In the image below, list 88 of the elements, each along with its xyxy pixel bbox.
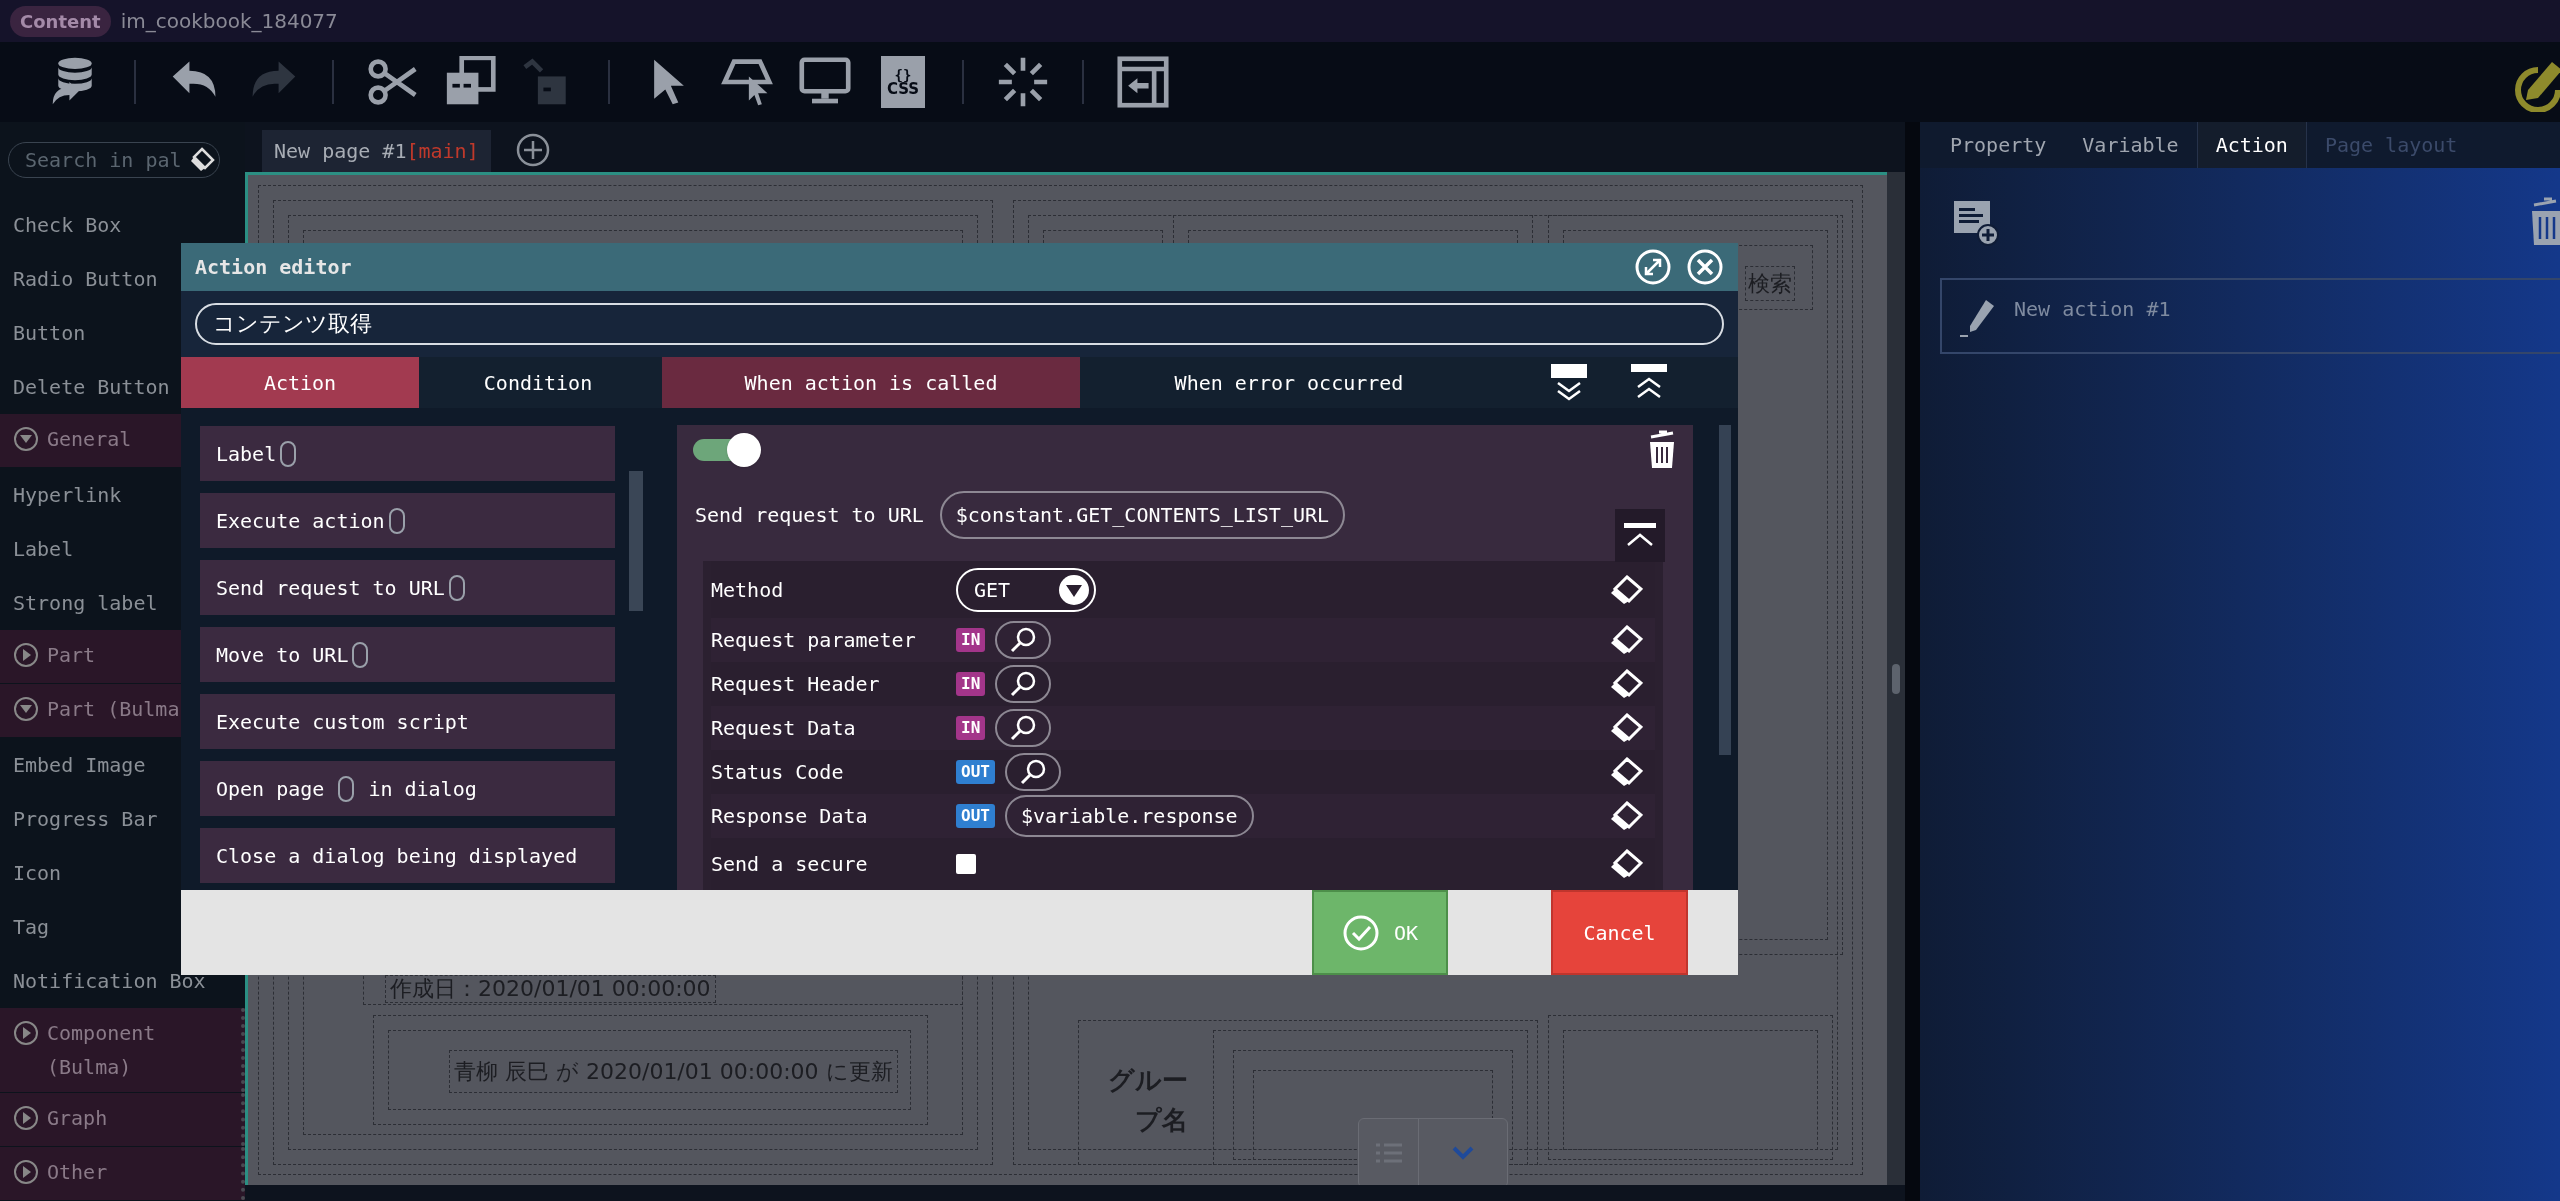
eraser-icon[interactable]	[1609, 757, 1643, 787]
action-palette-item[interactable]: Move to URL	[200, 627, 615, 682]
method-select[interactable]: GET	[956, 567, 1096, 612]
action-palette-item[interactable]: Close a dialog being displayed	[200, 828, 615, 883]
maximize-icon[interactable]	[1634, 248, 1672, 286]
direction-badge: IN	[956, 672, 986, 696]
action-palette-item[interactable]: Send request to URL	[200, 560, 615, 615]
scissors-icon[interactable]	[367, 56, 419, 108]
check-circle-icon	[1341, 913, 1380, 952]
variable-picker-button[interactable]	[1004, 753, 1061, 791]
dropdown-icon	[1058, 573, 1090, 606]
expanded-icon[interactable]	[13, 426, 39, 452]
collapsed-icon[interactable]	[13, 1105, 39, 1131]
css-button[interactable]: {} CSS	[881, 56, 925, 108]
collapse-button[interactable]	[1615, 509, 1665, 563]
direction-badge: IN	[956, 716, 986, 740]
action-list-item[interactable]: New action #1	[1940, 278, 2560, 354]
direction-badge: OUT	[956, 760, 995, 784]
variable-picker-button[interactable]	[995, 621, 1052, 659]
direction-badge: IN	[956, 628, 986, 652]
checkbox[interactable]	[956, 854, 976, 874]
palette-item[interactable]: Notification Box	[0, 954, 245, 1008]
search-icon	[1010, 715, 1037, 741]
expand-all-icon[interactable]	[1550, 362, 1588, 403]
eraser-icon[interactable]	[1609, 713, 1643, 743]
mode-tab[interactable]: Action	[181, 357, 419, 408]
url-field[interactable]: $constant.GET_CONTENTS_LIST_URL	[939, 491, 1346, 540]
parameter-label: Response Data	[711, 804, 869, 828]
eraser-icon[interactable]	[1609, 574, 1643, 605]
select-icon[interactable]	[721, 56, 773, 108]
search-icon	[1019, 759, 1046, 785]
parameter-label: Request Header	[711, 672, 881, 696]
eraser-icon[interactable]	[1609, 849, 1643, 879]
eraser-icon[interactable]	[1609, 801, 1643, 831]
eraser-icon[interactable]	[1609, 669, 1643, 699]
dialog-title: Action editor	[195, 254, 352, 281]
eraser-icon[interactable]	[188, 146, 216, 174]
close-icon[interactable]	[1686, 248, 1724, 286]
page-tab[interactable]: New page #1[main]	[262, 130, 491, 172]
add-action-icon[interactable]	[1952, 199, 2000, 247]
content-badge: Content	[10, 5, 111, 37]
eraser-icon[interactable]	[1609, 625, 1643, 655]
collapsed-icon[interactable]	[13, 1159, 39, 1185]
collapse-icon	[1624, 522, 1656, 549]
direction-badge: OUT	[956, 804, 995, 828]
palette-category[interactable]: Component (Bulma)	[0, 1008, 245, 1092]
variable-picker-button[interactable]	[995, 709, 1052, 747]
collapsed-icon[interactable]	[13, 642, 39, 668]
palette-item[interactable]: Check Box	[0, 198, 245, 252]
action-palette-item[interactable]: Execute action	[200, 493, 615, 548]
action-palette-item[interactable]: Execute custom script	[200, 694, 615, 749]
scrollbar-thumb[interactable]	[1719, 425, 1731, 755]
css-label: CSS	[886, 81, 920, 97]
parameter-label: Request parameter	[711, 628, 917, 652]
search-icon	[1010, 627, 1037, 653]
parameter-label: Send a secure	[711, 852, 869, 876]
panel-icon[interactable]	[1117, 56, 1169, 108]
step-type-label: Send request to URL	[695, 502, 924, 530]
parameter-label: Status Code	[711, 760, 845, 784]
action-palette-item[interactable]: Open page in dialog	[200, 761, 615, 816]
toggle-switch[interactable]	[693, 432, 763, 467]
add-page-icon[interactable]	[514, 132, 551, 168]
chevron-down-icon	[1452, 1146, 1474, 1160]
search-icon	[1010, 671, 1037, 697]
panel-tab[interactable]: Variable	[2064, 122, 2197, 168]
scrollbar-thumb[interactable]	[629, 471, 643, 611]
trigger-tab[interactable]: When action is called	[662, 357, 1080, 408]
project-name: im_cookbook_184077	[120, 8, 338, 35]
action-palette-item[interactable]: Label	[200, 426, 615, 481]
braces-label: {}	[894, 67, 912, 82]
panel-tab[interactable]: Property	[1932, 122, 2065, 168]
cancel-button[interactable]: Cancel	[1551, 890, 1688, 975]
expanded-icon[interactable]	[13, 696, 39, 722]
search-label: 検索	[1745, 266, 1795, 301]
panel-tab[interactable]: Action	[2196, 122, 2307, 168]
splitter-handle[interactable]	[1892, 663, 1900, 694]
action-name-field[interactable]: コンテンツ取得	[195, 303, 1724, 345]
trash-icon[interactable]	[1647, 429, 1677, 470]
collapsed-icon[interactable]	[13, 1020, 39, 1046]
spinner-icon[interactable]	[997, 56, 1049, 108]
parameter-label: Method	[711, 577, 785, 602]
palette-search-field[interactable]: Search in pal	[8, 142, 220, 178]
palette-category[interactable]: Other	[0, 1147, 245, 1200]
palette-category[interactable]: Graph	[0, 1093, 245, 1146]
parameter-label: Request Data	[711, 716, 857, 740]
variable-picker-button[interactable]	[995, 665, 1052, 703]
updated-text: 青柳 辰巳 が 2020/01/01 00:00:00 に更新	[449, 1050, 898, 1093]
group-label: グループ名	[1107, 1064, 1188, 1137]
